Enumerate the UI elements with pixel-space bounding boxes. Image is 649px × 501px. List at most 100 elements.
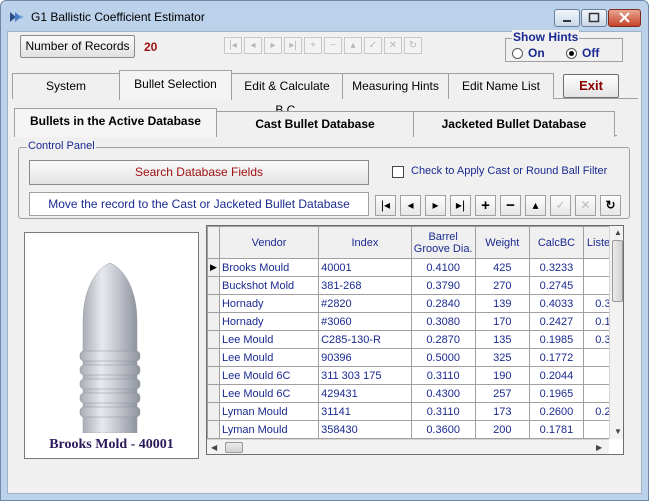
index-cell[interactable]: 40001 bbox=[318, 258, 412, 277]
horizontal-scroll-thumb[interactable] bbox=[225, 442, 243, 453]
weight-cell[interactable]: 325 bbox=[474, 348, 531, 367]
index-cell[interactable]: 429431 bbox=[318, 384, 412, 403]
scroll-down-icon[interactable]: ▼ bbox=[614, 427, 622, 436]
table-row[interactable]: Lyman Mould 31141 0.3110 173 0.2600 0.2 bbox=[207, 402, 623, 421]
prior-record-button[interactable]: ◂ bbox=[400, 195, 421, 216]
maximize-button[interactable] bbox=[581, 9, 607, 27]
groove-dia-cell[interactable]: 0.2870 bbox=[410, 330, 476, 349]
table-row[interactable]: Buckshot Mold 381-268 0.3790 270 0.2745 bbox=[207, 276, 623, 295]
weight-cell[interactable]: 257 bbox=[474, 384, 531, 403]
insert-record-button[interactable]: + bbox=[475, 195, 496, 216]
weight-cell[interactable]: 170 bbox=[474, 312, 531, 331]
index-cell[interactable]: #3060 bbox=[318, 312, 412, 331]
scroll-right-icon[interactable]: ▶ bbox=[596, 443, 602, 452]
vendor-cell[interactable]: Brooks Mould bbox=[218, 258, 320, 277]
calcbc-cell[interactable]: 0.2427 bbox=[529, 312, 584, 331]
calcbc-cell[interactable]: 0.2600 bbox=[529, 402, 584, 421]
index-cell[interactable]: C285-130-R bbox=[318, 330, 412, 349]
table-row[interactable]: Lee Mould 6C 311 303 175 0.3110 190 0.2044 bbox=[207, 366, 623, 385]
calcbc-cell[interactable]: 0.1985 bbox=[529, 330, 584, 349]
weight-cell[interactable]: 173 bbox=[474, 402, 531, 421]
calcbc-cell[interactable]: 0.1965 bbox=[529, 384, 584, 403]
table-row[interactable]: Lee Mould 6C 429431 0.4300 257 0.1965 bbox=[207, 384, 623, 403]
tab-edit-calculate-bc[interactable]: Edit & Calculate B.C. bbox=[231, 73, 343, 117]
tab-jacketed-bullet-database[interactable]: Jacketed Bullet Database bbox=[413, 111, 615, 137]
calcbc-cell[interactable]: 0.2745 bbox=[529, 276, 584, 295]
vendor-cell[interactable]: Hornady bbox=[218, 312, 320, 331]
table-row[interactable]: Lyman Mould 358430 0.3600 200 0.1781 bbox=[207, 420, 623, 439]
row-indicator[interactable] bbox=[207, 330, 220, 349]
vertical-scroll-thumb[interactable] bbox=[612, 240, 623, 302]
tab-bullet-selection[interactable]: Bullet Selection bbox=[119, 70, 232, 100]
groove-dia-cell[interactable]: 0.3080 bbox=[410, 312, 476, 331]
first-record-button[interactable]: |◂ bbox=[375, 195, 396, 216]
weight-cell[interactable]: 425 bbox=[474, 258, 531, 277]
scroll-up-icon[interactable]: ▲ bbox=[614, 228, 622, 237]
tab-edit-name-list[interactable]: Edit Name List bbox=[448, 73, 554, 99]
weight-cell[interactable]: 200 bbox=[474, 420, 531, 439]
hints-off-radio[interactable] bbox=[566, 48, 577, 59]
column-header-calcbc[interactable]: CalcBC bbox=[529, 226, 584, 259]
minimize-button[interactable] bbox=[554, 9, 580, 27]
row-indicator[interactable] bbox=[207, 276, 220, 295]
row-indicator[interactable] bbox=[207, 312, 220, 331]
index-cell[interactable]: #2820 bbox=[318, 294, 412, 313]
row-indicator[interactable] bbox=[207, 420, 220, 439]
vendor-cell[interactable]: Buckshot Mold bbox=[218, 276, 320, 295]
vendor-cell[interactable]: Lee Mould 6C bbox=[218, 384, 320, 403]
edit-record-button[interactable]: ▴ bbox=[525, 195, 546, 216]
column-header-groove-dia[interactable]: Barrel Groove Dia. bbox=[410, 226, 476, 259]
weight-cell[interactable]: 139 bbox=[474, 294, 531, 313]
weight-cell[interactable]: 190 bbox=[474, 366, 531, 385]
bullet-data-grid[interactable]: Vendor Index Barrel Groove Dia. Weight C… bbox=[206, 225, 624, 455]
scroll-left-icon[interactable]: ◀ bbox=[211, 443, 217, 452]
tab-measuring-hints[interactable]: Measuring Hints bbox=[342, 73, 449, 99]
calcbc-cell[interactable]: 0.1772 bbox=[529, 348, 584, 367]
table-row[interactable]: ▶ Brooks Mould 40001 0.4100 425 0.3233 bbox=[207, 258, 623, 277]
tab-system[interactable]: System bbox=[12, 73, 120, 99]
tab-cast-bullet-database[interactable]: Cast Bullet Database bbox=[216, 111, 414, 137]
row-indicator[interactable] bbox=[207, 366, 220, 385]
delete-record-button[interactable]: − bbox=[500, 195, 521, 216]
weight-cell[interactable]: 135 bbox=[474, 330, 531, 349]
calcbc-cell[interactable]: 0.4033 bbox=[529, 294, 584, 313]
groove-dia-cell[interactable]: 0.2840 bbox=[410, 294, 476, 313]
column-header-vendor[interactable]: Vendor bbox=[218, 226, 320, 259]
close-button[interactable] bbox=[608, 9, 641, 27]
groove-dia-cell[interactable]: 0.4300 bbox=[410, 384, 476, 403]
vendor-cell[interactable]: Lyman Mould bbox=[218, 402, 320, 421]
groove-dia-cell[interactable]: 0.4100 bbox=[410, 258, 476, 277]
row-indicator[interactable] bbox=[207, 384, 220, 403]
exit-button[interactable]: Exit bbox=[563, 74, 619, 98]
calcbc-cell[interactable]: 0.1781 bbox=[529, 420, 584, 439]
vendor-cell[interactable]: Lee Mould bbox=[218, 348, 320, 367]
next-record-button[interactable]: ▸ bbox=[425, 195, 446, 216]
index-cell[interactable]: 90396 bbox=[318, 348, 412, 367]
groove-dia-cell[interactable]: 0.3790 bbox=[410, 276, 476, 295]
row-indicator[interactable] bbox=[207, 348, 220, 367]
horizontal-scrollbar[interactable]: ◀ ▶ bbox=[207, 439, 609, 454]
calcbc-cell[interactable]: 0.3233 bbox=[529, 258, 584, 277]
vendor-cell[interactable]: Lyman Mould bbox=[218, 420, 320, 439]
current-row-indicator-icon[interactable]: ▶ bbox=[207, 258, 220, 277]
column-header-index[interactable]: Index bbox=[318, 226, 412, 259]
cancel-edit-button[interactable]: ✕ bbox=[575, 195, 596, 216]
row-indicator[interactable] bbox=[207, 402, 220, 421]
vertical-scrollbar[interactable]: ▲ ▼ bbox=[609, 226, 623, 439]
vendor-cell[interactable]: Lee Mould bbox=[218, 330, 320, 349]
vendor-cell[interactable]: Hornady bbox=[218, 294, 320, 313]
search-database-button[interactable]: Search Database Fields bbox=[29, 160, 369, 185]
calcbc-cell[interactable]: 0.2044 bbox=[529, 366, 584, 385]
table-row[interactable]: Hornady #2820 0.2840 139 0.4033 0.3 bbox=[207, 294, 623, 313]
table-row[interactable]: Lee Mould 90396 0.5000 325 0.1772 bbox=[207, 348, 623, 367]
filter-checkbox[interactable] bbox=[392, 166, 404, 178]
index-cell[interactable]: 31141 bbox=[318, 402, 412, 421]
refresh-button[interactable]: ↻ bbox=[600, 195, 621, 216]
number-of-records-button[interactable]: Number of Records bbox=[20, 35, 135, 58]
groove-dia-cell[interactable]: 0.5000 bbox=[410, 348, 476, 367]
weight-cell[interactable]: 270 bbox=[474, 276, 531, 295]
hints-on-radio[interactable] bbox=[512, 48, 523, 59]
groove-dia-cell[interactable]: 0.3110 bbox=[410, 402, 476, 421]
index-cell[interactable]: 381-268 bbox=[318, 276, 412, 295]
table-row[interactable]: Lee Mould C285-130-R 0.2870 135 0.1985 0.3 bbox=[207, 330, 623, 349]
